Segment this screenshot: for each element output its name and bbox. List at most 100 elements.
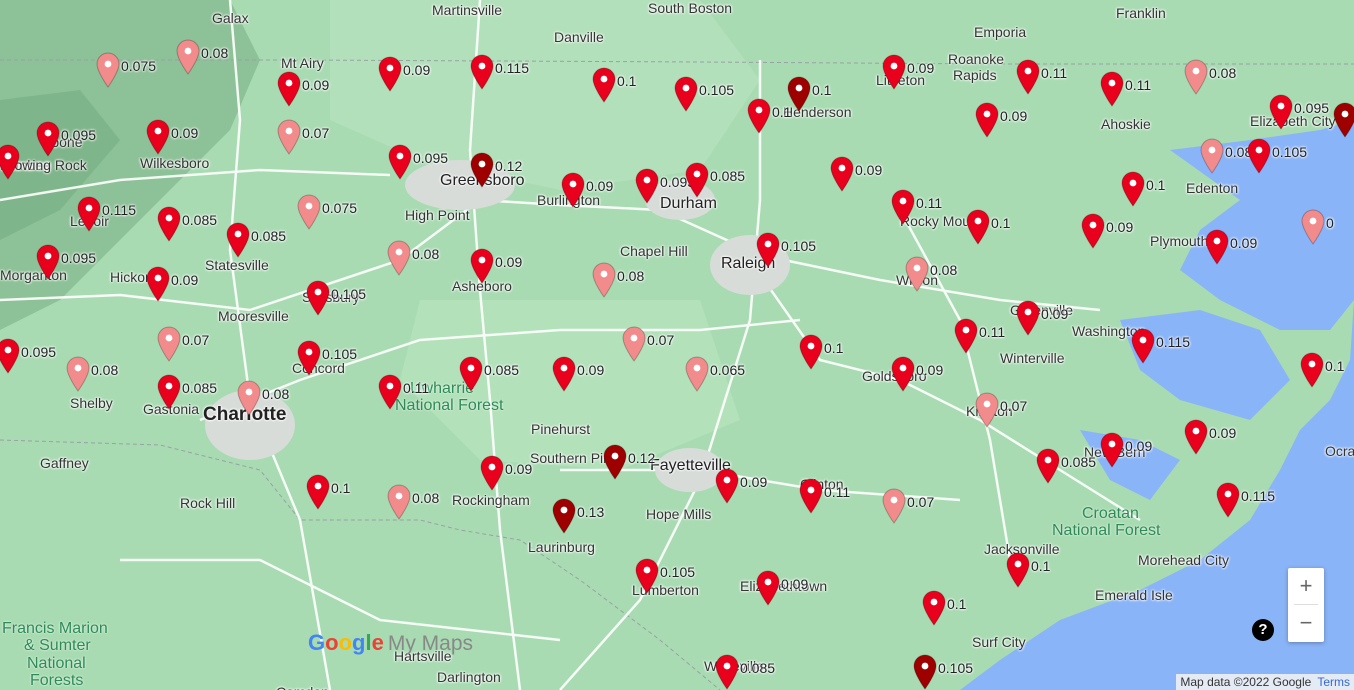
- map-pin-icon[interactable]: [1183, 59, 1209, 95]
- map-pin-icon[interactable]: [714, 654, 740, 690]
- map-pin-icon[interactable]: [387, 144, 413, 180]
- marker-value-label: 0.105: [1272, 144, 1308, 160]
- map-pin-icon[interactable]: [377, 56, 403, 92]
- map-pin-icon[interactable]: [296, 194, 322, 230]
- map-pin-icon[interactable]: [276, 71, 302, 107]
- map-pin-icon[interactable]: [175, 39, 201, 75]
- map-pin-icon[interactable]: [881, 54, 907, 90]
- marker-value-label: 0.09: [586, 178, 614, 194]
- map-pin-icon[interactable]: [1183, 419, 1209, 455]
- map-pin-icon[interactable]: [1204, 229, 1230, 265]
- map-pin-icon[interactable]: [974, 392, 1000, 428]
- map-pin-icon[interactable]: [76, 196, 102, 232]
- map-pin-icon[interactable]: [95, 52, 121, 88]
- map-pin-icon[interactable]: [755, 232, 781, 268]
- map-pin-icon[interactable]: [1332, 102, 1354, 138]
- map-pin-icon[interactable]: [881, 488, 907, 524]
- map-pin-icon[interactable]: [634, 168, 660, 204]
- map-pin-icon[interactable]: [0, 338, 21, 374]
- map-pin-icon[interactable]: [0, 144, 21, 180]
- map-pin-icon[interactable]: [829, 156, 855, 192]
- map-pin-icon[interactable]: [35, 244, 61, 280]
- map-pin-icon[interactable]: [921, 590, 947, 626]
- map-pin-icon[interactable]: [560, 172, 586, 208]
- terms-link[interactable]: Terms: [1317, 675, 1350, 689]
- help-icon[interactable]: ?: [1252, 619, 1274, 641]
- map-pin-icon[interactable]: [1005, 552, 1031, 588]
- map-pin-icon[interactable]: [1299, 352, 1325, 388]
- map-pin-icon[interactable]: [953, 318, 979, 354]
- map-pin-icon[interactable]: [1080, 213, 1106, 249]
- marker-value-label: 0.08: [262, 386, 290, 402]
- map-pin-icon[interactable]: [634, 558, 660, 594]
- map-pin-icon[interactable]: [798, 478, 824, 514]
- map-pin-icon[interactable]: [1268, 94, 1294, 130]
- map-pin-icon[interactable]: [746, 98, 772, 134]
- map-pin-icon[interactable]: [296, 340, 322, 376]
- map-pin-icon[interactable]: [145, 266, 171, 302]
- map-pin-icon[interactable]: [156, 326, 182, 362]
- map-pin-icon[interactable]: [469, 54, 495, 90]
- zoom-in-button[interactable]: +: [1288, 568, 1324, 604]
- map-pin-icon[interactable]: [684, 162, 710, 198]
- map-pin-icon[interactable]: [1015, 59, 1041, 95]
- marker-value-label: 0: [1326, 215, 1334, 231]
- marker-value-label: 0.095: [61, 250, 97, 266]
- map-pin-icon[interactable]: [1015, 300, 1041, 336]
- map-pin-icon[interactable]: [458, 356, 484, 392]
- map-pin-icon[interactable]: [386, 240, 412, 276]
- marker-value-label: 0.085: [182, 212, 218, 228]
- map-pin-icon[interactable]: [377, 374, 403, 410]
- map-pin-icon[interactable]: [1215, 482, 1241, 518]
- map-pin-icon[interactable]: [602, 444, 628, 480]
- map-pin-icon[interactable]: [145, 119, 171, 155]
- map-pin-icon[interactable]: [591, 67, 617, 103]
- map-pin-icon[interactable]: [276, 119, 302, 155]
- map-pin-icon[interactable]: [1035, 448, 1061, 484]
- map-pin-icon[interactable]: [1099, 432, 1125, 468]
- marker-value-label: 0.105: [331, 286, 367, 302]
- map-pin-icon[interactable]: [965, 209, 991, 245]
- map-pin-icon[interactable]: [1199, 138, 1225, 174]
- marker-value-label: 0.09: [495, 254, 523, 270]
- map-pin-icon[interactable]: [591, 262, 617, 298]
- map-pin-icon[interactable]: [305, 474, 331, 510]
- map-pin-icon[interactable]: [912, 654, 938, 690]
- map-pin-icon[interactable]: [684, 356, 710, 392]
- map-pin-icon[interactable]: [755, 570, 781, 606]
- marker-value-label: 0.09: [403, 62, 431, 78]
- map-pin-icon[interactable]: [236, 380, 262, 416]
- map-pin-icon[interactable]: [904, 256, 930, 292]
- marker-value-label: 0.09: [577, 362, 605, 378]
- map-pin-icon[interactable]: [551, 356, 577, 392]
- map-pin-icon[interactable]: [1130, 328, 1156, 364]
- map-pin-icon[interactable]: [225, 222, 251, 258]
- map-pin-icon[interactable]: [1300, 209, 1326, 245]
- marker-value-label: 0.115: [1241, 488, 1275, 504]
- map-pin-icon[interactable]: [673, 76, 699, 112]
- map-pin-icon[interactable]: [469, 248, 495, 284]
- map-pin-icon[interactable]: [469, 152, 495, 188]
- map-pin-icon[interactable]: [974, 102, 1000, 138]
- map-pin-icon[interactable]: [798, 334, 824, 370]
- map-pin-icon[interactable]: [890, 356, 916, 392]
- map-pin-icon[interactable]: [35, 121, 61, 157]
- map-pin-icon[interactable]: [156, 374, 182, 410]
- map-pin-icon[interactable]: [65, 356, 91, 392]
- map-pin-icon[interactable]: [621, 326, 647, 362]
- map-pin-icon[interactable]: [551, 498, 577, 534]
- map-pin-icon[interactable]: [714, 468, 740, 504]
- marker-value-label: 0.09: [907, 60, 935, 76]
- map-pin-icon[interactable]: [890, 189, 916, 225]
- map-attribution: Map data ©2022 Google Terms: [1176, 674, 1354, 690]
- map-pin-icon[interactable]: [305, 280, 331, 316]
- map-canvas[interactable]: Galax Martinsville South Boston Franklin Dan…: [0, 0, 1354, 690]
- map-pin-icon[interactable]: [1099, 71, 1125, 107]
- map-pin-icon[interactable]: [1246, 138, 1272, 174]
- marker-value-label: 0.115: [495, 60, 529, 76]
- map-pin-icon[interactable]: [479, 455, 505, 491]
- zoom-out-button[interactable]: −: [1288, 605, 1324, 641]
- map-pin-icon[interactable]: [386, 484, 412, 520]
- map-pin-icon[interactable]: [156, 206, 182, 242]
- map-pin-icon[interactable]: [1120, 171, 1146, 207]
